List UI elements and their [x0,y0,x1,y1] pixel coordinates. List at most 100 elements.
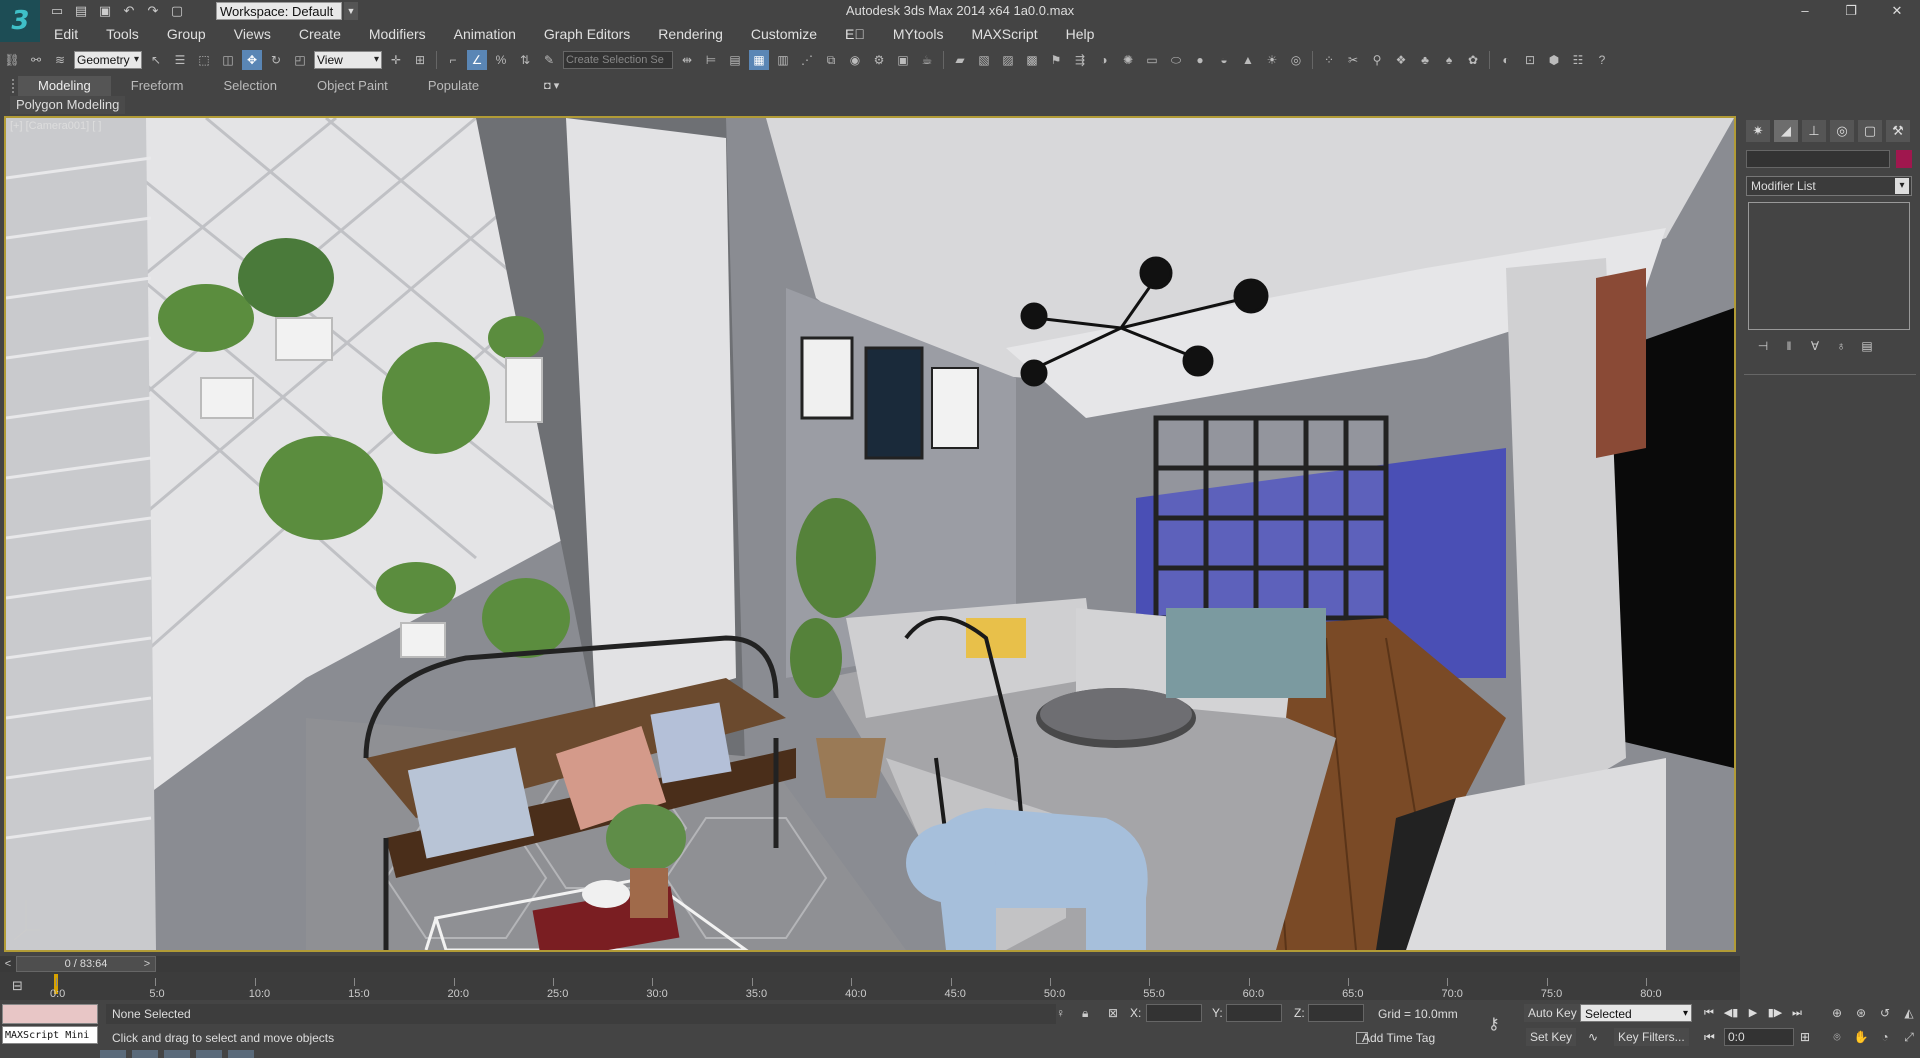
restore-button[interactable]: ❐ [1828,0,1874,22]
selection-filter-dropdown[interactable]: Geometry [74,51,142,69]
plugin-tool-17-icon[interactable]: ⚲ [1367,50,1387,70]
play-icon[interactable]: ▶ [1744,1004,1762,1022]
open-file-icon[interactable]: ▤ [72,2,90,19]
plugin-tool-3-icon[interactable]: ▨ [998,50,1018,70]
tab-populate[interactable]: Populate [408,76,499,96]
render-setup-icon[interactable]: ⚙ [869,50,889,70]
plugin-tool-12-icon[interactable]: ◒ [1214,50,1234,70]
menu-group[interactable]: Group [153,26,220,42]
menu-mytools[interactable]: MYtools [879,26,958,42]
menu-views[interactable]: Views [220,26,285,42]
plugin-tool-8-icon[interactable]: ✺ [1118,50,1138,70]
plugin-tool-10-icon[interactable]: ⬭ [1166,50,1186,70]
plugin-tool-4-icon[interactable]: ▩ [1022,50,1042,70]
plugin-tool-13-icon[interactable]: ▲ [1238,50,1258,70]
select-rotate-icon[interactable]: ↻ [266,50,286,70]
modifier-list-dropdown[interactable]: Modifier List ▾ [1746,176,1912,196]
chevron-down-icon[interactable]: ▼ [344,2,358,20]
zoom-icon[interactable]: ⊕ [1828,1004,1846,1022]
menu-modifiers[interactable]: Modifiers [355,26,440,42]
taskbar-item[interactable] [132,1050,158,1058]
plugin-tool-1-icon[interactable]: ▰ [950,50,970,70]
object-name-field[interactable] [1746,150,1890,168]
rendered-frame-icon[interactable]: ▣ [893,50,913,70]
taskbar-item[interactable] [100,1050,126,1058]
ribbon-options-icon[interactable]: ◘ ▾ [544,79,559,92]
camera-viewport[interactable]: [+] [Camera001] [ ] [4,116,1736,952]
minimize-button[interactable]: – [1782,0,1828,22]
mirror-icon[interactable]: ⇹ [677,50,697,70]
key-mode-dropdown[interactable]: Selected [1580,1004,1692,1023]
plugin-tool-25-icon[interactable]: ☷ [1568,50,1588,70]
redo-icon[interactable]: ↷ [144,2,162,19]
plugin-tool-2-icon[interactable]: ▧ [974,50,994,70]
curve-icon[interactable]: ∿ [1584,1028,1602,1046]
new-file-icon[interactable]: ▭ [48,2,66,19]
reference-coordinate-dropdown[interactable]: View [314,51,382,69]
object-color-swatch[interactable] [1896,150,1912,168]
menu-graph-editors[interactable]: Graph Editors [530,26,644,42]
select-by-name-icon[interactable]: ☰ [170,50,190,70]
remove-modifier-icon[interactable]: ♁ [1832,339,1850,353]
select-move-icon[interactable]: ✥ [242,50,262,70]
plugin-tool-7-icon[interactable]: ◑ [1094,50,1114,70]
mini-curve-editor-icon[interactable]: ⊟ [12,978,23,994]
tab-selection[interactable]: Selection [204,76,297,96]
tab-modeling[interactable]: Modeling [18,76,111,96]
pivot-center-icon[interactable]: ✛ [386,50,406,70]
key-filters-button[interactable]: Key Filters... [1614,1028,1689,1046]
project-folder-icon[interactable]: ▢ [168,2,186,19]
zoom-all-icon[interactable]: ⊛ [1852,1004,1870,1022]
walk-through-icon[interactable]: ◔ [1876,1028,1894,1046]
selection-lock-icon[interactable]: 🔒︎ [1082,1006,1088,1021]
angle-snap-icon[interactable]: ∠ [467,50,487,70]
z-coordinate-field[interactable] [1308,1004,1364,1022]
polygon-modeling-panel[interactable]: Polygon Modeling [10,96,126,114]
y-coordinate-field[interactable] [1226,1004,1282,1022]
pan-icon[interactable]: ✋ [1852,1028,1870,1046]
plugin-tool-21-icon[interactable]: ✿ [1463,50,1483,70]
help-icon[interactable]: ? [1592,50,1612,70]
prev-frame-arrow[interactable]: < [2,956,14,972]
chevron-down-icon[interactable]: ▾ [1895,178,1909,194]
make-unique-icon[interactable]: ∀ [1806,339,1824,353]
spinner-snap-icon[interactable]: ⇅ [515,50,535,70]
modifier-stack[interactable] [1748,202,1910,330]
auto-key-button[interactable]: Auto Key [1524,1004,1581,1022]
select-object-icon[interactable]: ↖ [146,50,166,70]
previous-frame-icon[interactable]: ◀▮ [1722,1004,1740,1022]
orbit-icon[interactable]: ↺ [1876,1004,1894,1022]
workspace-dropdown[interactable]: Workspace: Default [216,2,342,20]
plugin-tool-24-icon[interactable]: ⬢ [1544,50,1564,70]
select-manipulate-icon[interactable]: ⊞ [410,50,430,70]
sun-light-icon[interactable]: ☀ [1262,50,1282,70]
bind-space-warp-icon[interactable]: ≋ [50,50,70,70]
maxscript-listener-field[interactable] [2,1004,98,1024]
tab-object-paint[interactable]: Object Paint [297,76,408,96]
named-selection-set-field[interactable]: Create Selection Se [563,51,673,69]
next-frame-arrow[interactable]: > [140,956,154,972]
link-icon[interactable]: ⛓ [2,50,22,70]
time-slider-thumb[interactable]: 0 / 83:64 [16,956,156,972]
current-frame-field[interactable]: 0:0 [1724,1028,1794,1046]
app-menu-button[interactable]: 3 [0,0,40,42]
plugin-tool-11-icon[interactable]: ● [1190,50,1210,70]
plugin-tool-6-icon[interactable]: ⇶ [1070,50,1090,70]
plugin-tool-19-icon[interactable]: ♣ [1415,50,1435,70]
motion-tab-icon[interactable]: ◎ [1830,120,1854,142]
layer-manager-icon[interactable]: ▤ [725,50,745,70]
menu-help[interactable]: Help [1052,26,1109,42]
curve-editor-icon[interactable]: ⋰ [797,50,817,70]
go-to-end-icon[interactable]: ⏭ [1788,1004,1806,1022]
plugin-tool-20-icon[interactable]: ♠ [1439,50,1459,70]
menu-customize[interactable]: Customize [737,26,831,42]
plugin-tool-5-icon[interactable]: ⚑ [1046,50,1066,70]
maxscript-mini-listener[interactable]: MAXScript Mini [2,1026,98,1044]
dolly-icon[interactable]: ⌾ [1828,1028,1846,1046]
set-key-button[interactable]: Set Key [1526,1028,1577,1046]
close-button[interactable]: ✕ [1874,0,1920,22]
plugin-tool-14-icon[interactable]: ◎ [1286,50,1306,70]
snaps-toggle-icon[interactable]: ⌐ [443,50,463,70]
key-mode-toggle-icon[interactable]: ⏮ [1700,1028,1719,1046]
taskbar-item[interactable] [164,1050,190,1058]
